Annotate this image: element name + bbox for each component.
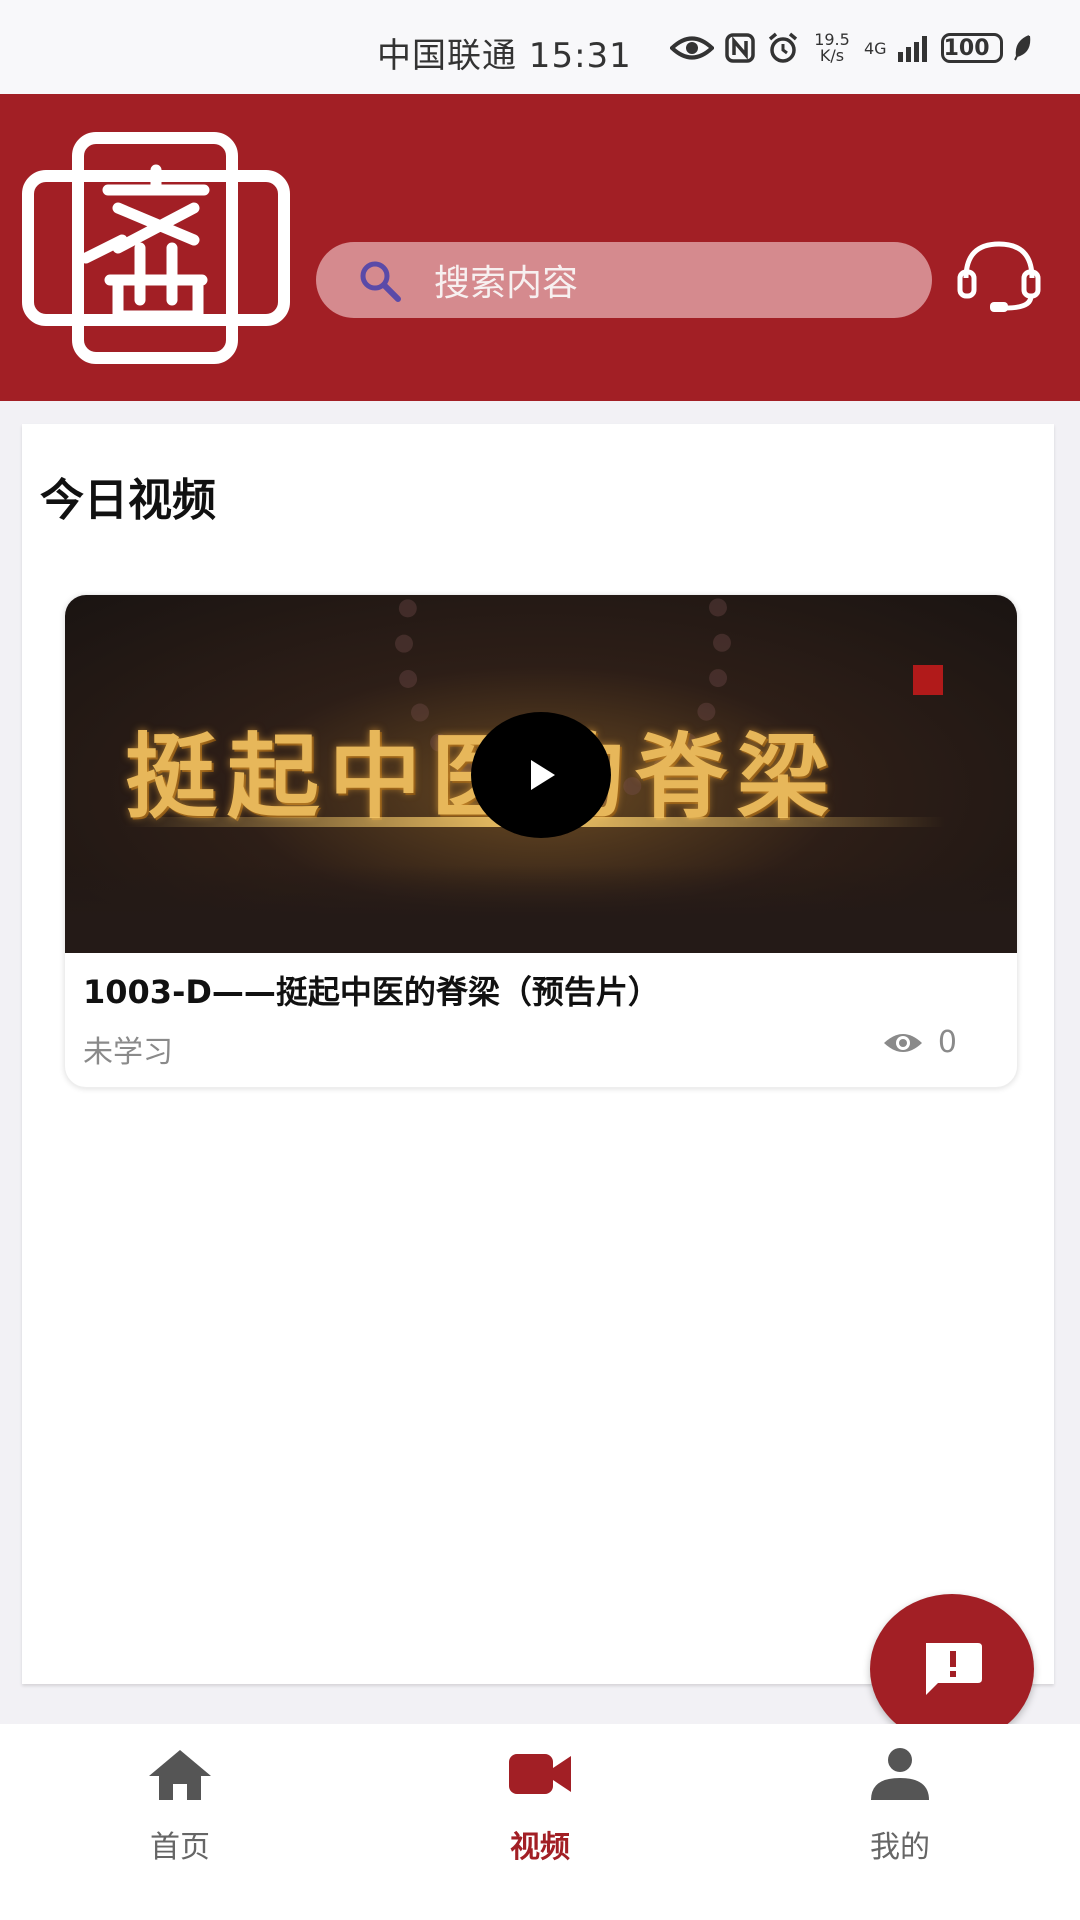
- nav-label-home: 首页: [150, 1830, 210, 1865]
- section-title: 今日视频: [40, 475, 216, 526]
- video-camera-icon: [509, 1754, 571, 1794]
- signal-icon: [897, 36, 927, 62]
- nav-label-video: 视频: [510, 1830, 570, 1865]
- content-panel: 今日视频 挺起中医的脊梁 1003-D——挺起中医的脊梁（预告片） 未学习 0: [22, 424, 1054, 1684]
- feedback-icon: [926, 1643, 982, 1695]
- play-icon: [531, 760, 555, 790]
- play-button[interactable]: [471, 712, 611, 838]
- status-bar: 中国联通 15:31 19.5 K/s 4G 100: [0, 0, 1080, 94]
- nav-item-home[interactable]: 首页: [80, 1724, 280, 1920]
- app-logo: [22, 132, 290, 364]
- study-status: 未学习: [83, 1035, 173, 1070]
- view-count-value: 0: [937, 1025, 957, 1060]
- nav-label-mine: 我的: [870, 1830, 930, 1865]
- customer-service-icon[interactable]: [956, 238, 1042, 314]
- search-icon: [360, 261, 401, 302]
- feedback-button[interactable]: [870, 1594, 1034, 1744]
- person-icon: [871, 1748, 929, 1800]
- battery-indicator: 100: [940, 33, 1003, 63]
- view-count: 0: [882, 1025, 957, 1060]
- thumbnail-seal: [913, 665, 943, 695]
- alarm-icon: [768, 32, 798, 63]
- thumbnail-background: [65, 865, 1017, 953]
- nav-item-mine[interactable]: 我的: [800, 1724, 1000, 1920]
- video-thumbnail[interactable]: 挺起中医的脊梁: [65, 595, 1017, 953]
- eye-icon: [883, 1033, 922, 1052]
- network-speed: 19.5 K/s: [814, 30, 850, 65]
- nav-item-video[interactable]: 视频: [440, 1724, 640, 1920]
- home-icon: [149, 1750, 211, 1800]
- network-type: 4G: [864, 38, 887, 58]
- search-placeholder: 搜索内容: [434, 263, 579, 304]
- carrier-time: 中国联通 15:31: [377, 36, 632, 76]
- status-icons: 19.5 K/s 4G 100: [670, 28, 1033, 68]
- eye-icon: [670, 36, 714, 60]
- video-title[interactable]: 1003-D——挺起中医的脊梁（预告片）: [83, 967, 1003, 1013]
- video-card[interactable]: 挺起中医的脊梁 1003-D——挺起中医的脊梁（预告片） 未学习 0: [64, 594, 1018, 1088]
- search-bar[interactable]: 搜索内容: [316, 242, 932, 318]
- leaf-icon: [1013, 35, 1030, 61]
- bottom-navigation: 首页 视频 我的: [0, 1724, 1080, 1920]
- nfc-icon: [725, 33, 755, 63]
